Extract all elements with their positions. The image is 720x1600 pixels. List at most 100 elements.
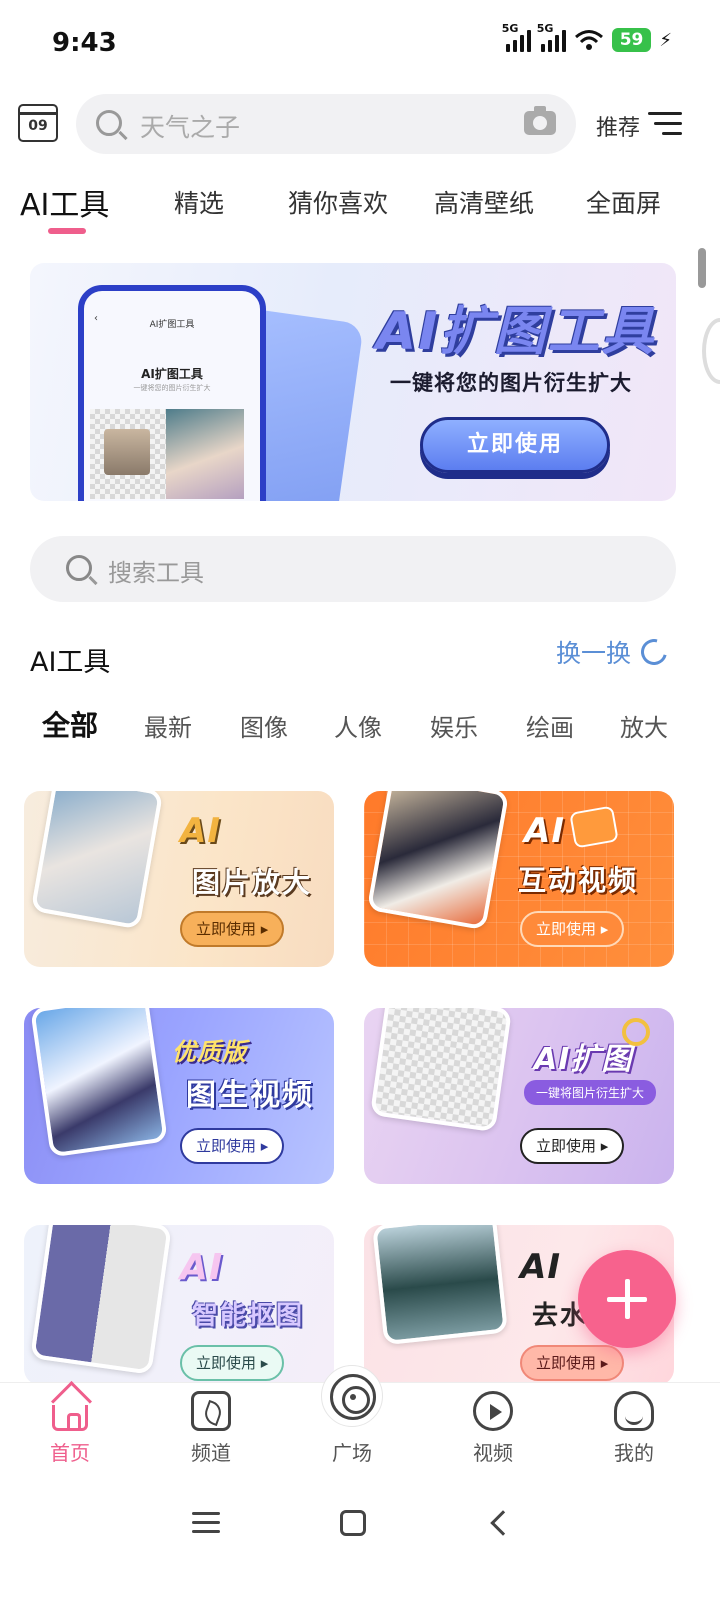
home-square-icon[interactable] [340,1510,366,1536]
tool-card-image-to-video[interactable]: 优质版 图生视频 立即使用 ▸ [24,1008,334,1184]
card-use-button[interactable]: 立即使用 ▸ [180,1345,285,1381]
search-placeholder: 天气之子 [140,113,241,142]
card-title-line1: 优质版 [172,1038,247,1066]
section-title: AI工具 [30,647,111,678]
search-bar[interactable]: 天气之子 [76,94,576,154]
phone-heading: AI扩图工具 [141,367,203,381]
banner-title: AI扩图工具 [376,302,656,362]
recommend-label[interactable]: 推荐 [596,110,640,142]
nav-square-spacer [332,1391,372,1431]
nav-home[interactable]: 首页 [20,1391,120,1466]
sim2-label: 5G [536,22,554,35]
nav-square-label: 广场 [332,1441,372,1465]
filter-portrait[interactable]: 人像 [334,708,382,743]
scrollbar[interactable] [698,248,706,288]
charging-icon: ⚡ [659,29,672,51]
magnifier-icon [622,1018,650,1046]
phone-topbar-title: AI扩图工具 [149,320,195,330]
filter-upscale[interactable]: 放大 [620,708,668,743]
sort-menu-icon[interactable] [648,112,682,136]
calendar-icon[interactable]: 09 [18,104,58,142]
tool-search-placeholder: 搜索工具 [108,559,204,587]
calendar-day: 09 [28,118,48,134]
back-icon[interactable] [490,1510,516,1536]
card-use-button[interactable]: 立即使用 ▸ [180,1128,285,1164]
wifi-icon [574,30,603,50]
nav-square[interactable]: 广场 [302,1391,402,1466]
card-image [372,1225,508,1346]
card-image [30,1008,168,1158]
card-image [30,1225,172,1375]
filter-image[interactable]: 图像 [240,708,288,743]
card-subtitle: 一键将图片衍生扩大 [524,1080,657,1105]
filter-newest[interactable]: 最新 [144,708,192,743]
filter-drawing[interactable]: 绘画 [526,708,574,743]
card-title-line2: 智能抠图 [192,1301,305,1331]
promo-banner[interactable]: ‹ AI扩图工具 AI扩图工具 一键将您的图片衍生扩大 AI扩图工具 一键将您的… [30,263,676,501]
sample-image-before [90,409,168,499]
phone-subtitle: 一键将您的图片衍生扩大 [133,384,211,392]
status-time: 9:43 [52,28,117,58]
banner-subtitle: 一键将您的图片衍生扩大 [390,371,632,395]
refresh-label: 换一换 [556,639,632,668]
tool-card-ai-expand[interactable]: AI扩图 一键将图片衍生扩大 立即使用 ▸ [364,1008,674,1184]
filter-tabs: 全部 最新 图像 人像 娱乐 绘画 放大 [0,704,720,744]
tab-full-screen[interactable]: 全面屏 [586,184,661,220]
nav-channel-label: 频道 [191,1441,231,1465]
nav-video[interactable]: 视频 [443,1391,543,1466]
sample-image-after [166,409,244,499]
sim1-label: 5G [501,22,519,35]
card-image [369,1008,513,1133]
nav-me-label: 我的 [614,1441,654,1465]
edge-handle[interactable] [702,318,720,384]
tool-card-interactive-video[interactable]: AI 互动视频 立即使用 ▸ [364,791,674,967]
signal-icon: 5G [502,22,531,52]
phone-mockup: ‹ AI扩图工具 AI扩图工具 一键将您的图片衍生扩大 [78,285,266,501]
status-bar: 9:43 5G 5G 59 ⚡ [0,0,720,90]
card-title-line2: 图生视频 [186,1078,314,1113]
card-image [30,791,164,930]
channel-icon [191,1391,231,1431]
nav-me[interactable]: 我的 [584,1391,684,1466]
refresh-button[interactable]: 换一换 [556,634,672,670]
nav-channel[interactable]: 频道 [161,1391,261,1466]
card-use-button[interactable]: 立即使用 ▸ [520,1345,625,1381]
tab-guess-you-like[interactable]: 猜你喜欢 [288,184,388,220]
recent-apps-icon[interactable] [192,1512,220,1534]
tab-ai-tools[interactable]: AI工具 [20,180,109,224]
active-tab-indicator [48,228,86,234]
card-title-line1: AI [180,811,221,851]
card-use-button[interactable]: 立即使用 ▸ [180,911,285,947]
create-fab-button[interactable] [578,1250,676,1348]
system-navigation-bar [0,1482,720,1600]
video-play-icon [569,805,619,849]
tab-featured[interactable]: 精选 [174,184,224,220]
status-icons: 5G 5G 59 ⚡ [502,22,672,52]
card-title-line2: 互动视频 [518,864,639,897]
refresh-icon [636,634,672,670]
tool-search-input[interactable]: 搜索工具 [30,536,676,602]
camera-icon[interactable] [524,106,556,135]
card-image [366,791,510,931]
filter-entertainment[interactable]: 娱乐 [430,708,478,743]
tool-card-image-upscale[interactable]: AI 图片放大 立即使用 ▸ [24,791,334,967]
card-title-line2: 图片放大 [192,866,313,899]
bottom-navigation: 首页 频道 广场 视频 我的 [0,1365,720,1482]
card-title-line1: AI [524,811,565,851]
card-title-line1: AI扩图 [534,1042,633,1077]
nav-home-label: 首页 [50,1441,90,1465]
search-icon [96,110,122,136]
card-use-button[interactable]: 立即使用 ▸ [520,1128,625,1164]
nav-video-label: 视频 [473,1441,513,1465]
tab-hd-wallpaper[interactable]: 高清壁纸 [434,184,534,220]
home-icon [52,1405,88,1431]
card-title-line1: AI [520,1247,561,1287]
tool-card-smart-cutout[interactable]: AI 智能抠图 立即使用 ▸ [24,1225,334,1385]
signal-icon: 5G [537,22,566,52]
banner-use-button[interactable]: 立即使用 [420,417,610,473]
category-tabs: AI工具 精选 猜你喜欢 高清壁纸 全面屏 [0,184,720,234]
card-use-button[interactable]: 立即使用 ▸ [520,911,625,947]
battery-indicator: 59 [611,28,652,52]
filter-all[interactable]: 全部 [42,704,98,744]
card-title-line1: AI [180,1247,224,1288]
